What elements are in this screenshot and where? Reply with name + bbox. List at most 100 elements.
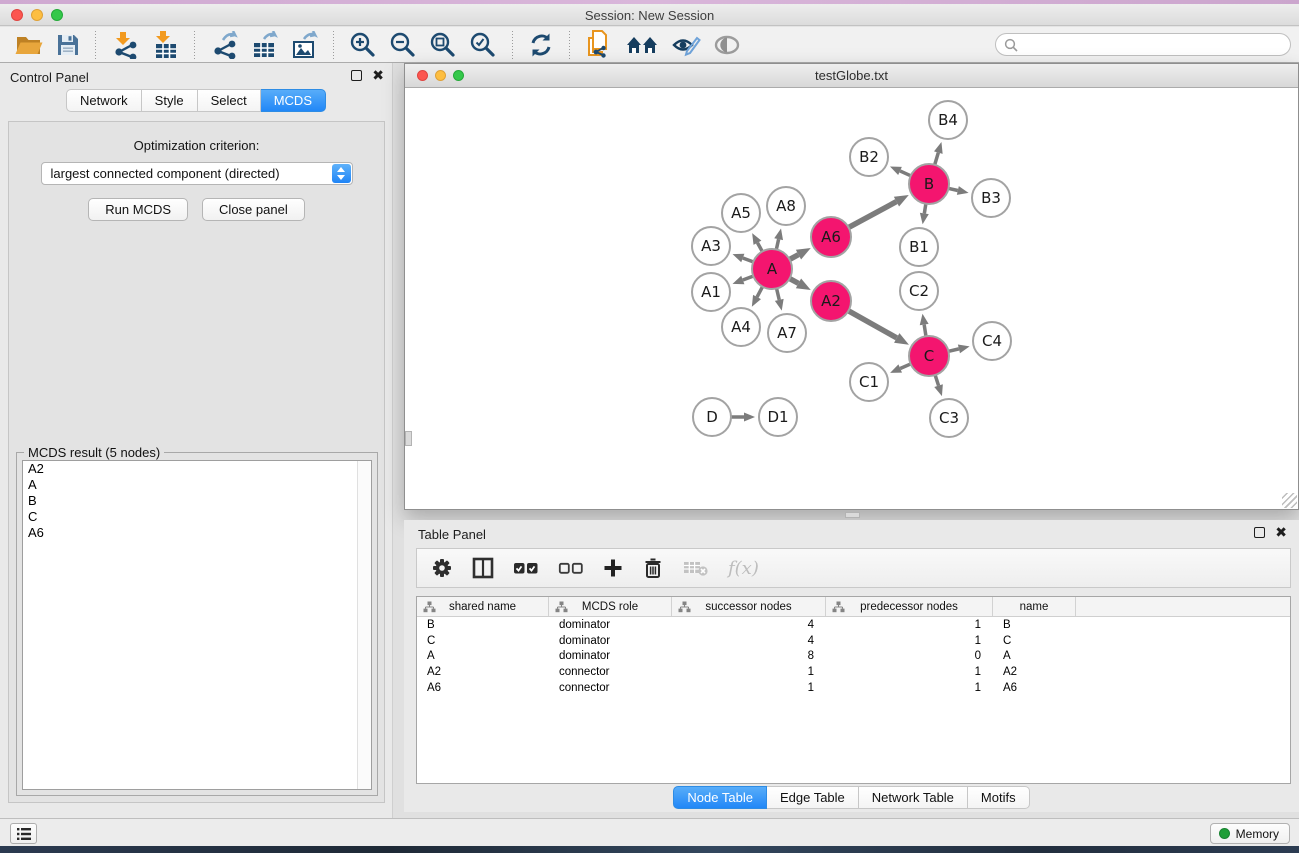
tab-mcds[interactable]: MCDS <box>261 89 326 112</box>
table-cell[interactable]: 4 <box>672 635 826 647</box>
table-cell[interactable]: 1 <box>826 635 993 647</box>
table-row[interactable]: Adominator80A <box>417 649 1290 665</box>
column-header-shared-name[interactable]: shared name <box>417 597 549 616</box>
deselect-all-columns-button[interactable] <box>558 561 584 575</box>
table-cell[interactable]: C <box>417 635 549 647</box>
graph-edge-B-B4[interactable] <box>934 153 938 166</box>
splitter-handle-horizontal[interactable] <box>845 512 860 518</box>
table-cell[interactable]: 1 <box>672 666 826 678</box>
table-options-button[interactable] <box>431 557 453 579</box>
toggle-visibility-button[interactable] <box>707 31 747 59</box>
table-cell[interactable]: A2 <box>993 666 1076 678</box>
zoom-out-button[interactable] <box>383 29 423 61</box>
network-graph[interactable]: B4B2BB3A8A5A6A3B1AC2A1A2A4A7C4CC1C3DD1 <box>406 88 1299 509</box>
table-cell[interactable]: dominator <box>549 619 672 631</box>
table-cell[interactable]: 1 <box>826 682 993 694</box>
eye-pen-icon <box>671 33 701 57</box>
scrollbar-track[interactable] <box>357 461 371 789</box>
table-cell[interactable]: C <box>993 635 1076 647</box>
close-panel-icon[interactable]: ✖ <box>372 70 384 81</box>
export-table-button[interactable] <box>244 29 284 61</box>
save-session-button[interactable] <box>50 31 86 59</box>
float-panel-icon[interactable] <box>351 70 362 81</box>
table-cell[interactable]: 4 <box>672 619 826 631</box>
add-column-button[interactable] <box>603 558 623 578</box>
table-row[interactable]: Cdominator41C <box>417 633 1290 649</box>
import-table-button[interactable] <box>145 29 185 61</box>
first-neighbors-button[interactable] <box>619 31 665 59</box>
table-cell[interactable]: 8 <box>672 650 826 662</box>
export-image-button[interactable] <box>284 29 324 61</box>
table-cell[interactable]: 0 <box>826 650 993 662</box>
tab-network[interactable]: Network <box>66 89 142 112</box>
table-cell[interactable]: 1 <box>672 682 826 694</box>
mcds-result-item[interactable]: B <box>23 493 371 509</box>
tab-network-table[interactable]: Network Table <box>859 786 968 809</box>
session-title: Session: New Session <box>0 8 1299 23</box>
network-window-titlebar[interactable]: testGlobe.txt <box>405 64 1298 88</box>
import-network-button[interactable] <box>105 29 145 61</box>
float-panel-icon[interactable] <box>1254 527 1265 538</box>
graph-edge-A6-B[interactable] <box>848 202 897 228</box>
trash-icon <box>642 557 664 579</box>
table-cell[interactable]: A6 <box>417 682 549 694</box>
tab-style[interactable]: Style <box>142 89 198 112</box>
table-row[interactable]: A6connector11A6 <box>417 680 1290 696</box>
table-cell[interactable]: 1 <box>826 619 993 631</box>
column-header-MCDS-role[interactable]: MCDS role <box>549 597 672 616</box>
zoom-selected-button[interactable] <box>463 29 503 61</box>
table-cell[interactable]: dominator <box>549 650 672 662</box>
show-graphics-details-button[interactable] <box>665 31 707 59</box>
table-cell[interactable]: connector <box>549 666 672 678</box>
splitter-handle-vertical[interactable] <box>405 431 412 446</box>
column-header-predecessor-nodes[interactable]: predecessor nodes <box>826 597 993 616</box>
column-label: name <box>1020 601 1049 613</box>
mcds-result-item[interactable]: A2 <box>23 461 371 477</box>
tab-node-table[interactable]: Node Table <box>673 786 767 809</box>
zoom-fit-content-button[interactable] <box>423 29 463 61</box>
zoom-in-button[interactable] <box>343 29 383 61</box>
toggle-panes-button[interactable] <box>472 557 494 579</box>
run-mcds-button[interactable]: Run MCDS <box>88 198 188 221</box>
mcds-result-item[interactable]: A6 <box>23 525 371 541</box>
network-canvas[interactable]: B4B2BB3A8A5A6A3B1AC2A1A2A4A7C4CC1C3DD1 <box>406 88 1297 508</box>
open-session-button[interactable] <box>8 30 50 60</box>
task-history-button[interactable] <box>10 823 37 844</box>
mcds-result-list[interactable]: A2ABCA6 <box>22 460 372 790</box>
function-builder-button[interactable]: f(x) <box>728 558 759 579</box>
export-network-button[interactable] <box>204 29 244 61</box>
window-resize-grip[interactable] <box>1282 493 1297 508</box>
select-all-columns-button[interactable] <box>513 561 539 575</box>
column-header-successor-nodes[interactable]: successor nodes <box>672 597 826 616</box>
refresh-layout-button[interactable] <box>522 30 560 60</box>
mcds-result-item[interactable]: C <box>23 509 371 525</box>
toolbar-separator <box>512 31 513 59</box>
table-cell[interactable]: B <box>417 619 549 631</box>
table-cell[interactable]: B <box>993 619 1076 631</box>
close-panel-button[interactable]: Close panel <box>202 198 305 221</box>
mcds-result-item[interactable]: A <box>23 477 371 493</box>
desktop-wallpaper-bottom <box>0 846 1299 853</box>
search-input[interactable] <box>1018 38 1282 52</box>
new-network-from-selection-button[interactable] <box>579 28 619 62</box>
table-cell[interactable]: dominator <box>549 635 672 647</box>
tab-motifs[interactable]: Motifs <box>968 786 1030 809</box>
column-header-name[interactable]: name <box>993 597 1076 616</box>
table-cell[interactable]: A2 <box>417 666 549 678</box>
delete-columns-button[interactable] <box>642 557 664 579</box>
tab-select[interactable]: Select <box>198 89 261 112</box>
search-field[interactable] <box>995 33 1291 56</box>
table-cell[interactable]: A <box>417 650 549 662</box>
close-panel-icon[interactable]: ✖ <box>1275 527 1287 538</box>
table-cell[interactable]: 1 <box>826 666 993 678</box>
table-cell[interactable]: connector <box>549 682 672 694</box>
criterion-dropdown[interactable]: largest connected component (directed) <box>41 162 353 185</box>
table-cell[interactable]: A6 <box>993 682 1076 694</box>
table-row[interactable]: Bdominator41B <box>417 617 1290 633</box>
table-cell[interactable]: A <box>993 650 1076 662</box>
graph-edge-A2-C[interactable] <box>848 310 897 338</box>
tab-edge-table[interactable]: Edge Table <box>767 786 859 809</box>
table-row[interactable]: A2connector11A2 <box>417 664 1290 680</box>
delete-table-button[interactable] <box>683 559 709 577</box>
memory-button[interactable]: Memory <box>1210 823 1290 844</box>
